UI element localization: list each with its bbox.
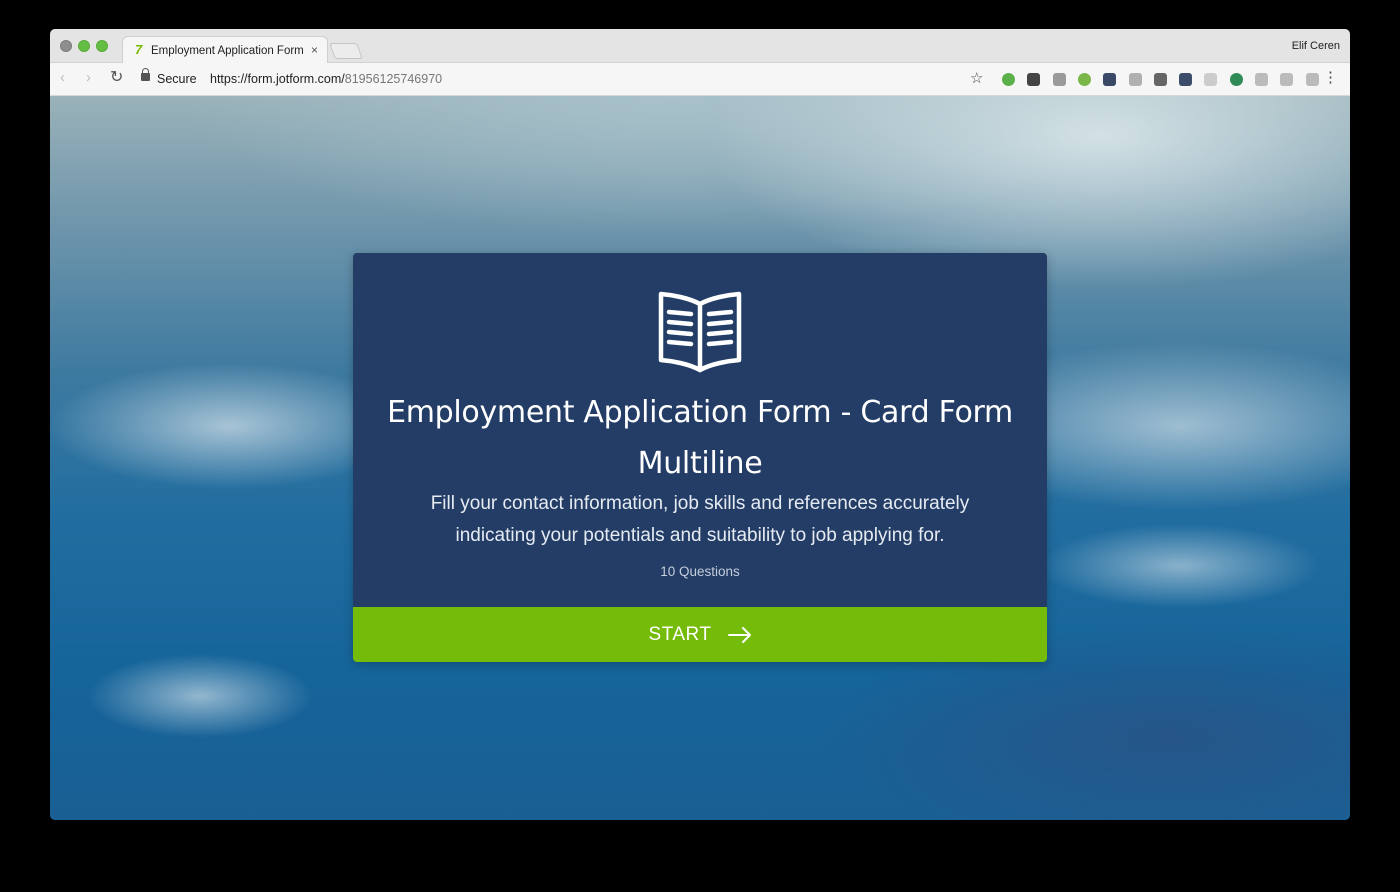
maximize-window-button[interactable] <box>96 40 108 52</box>
ext-grid-icon[interactable] <box>1153 73 1167 86</box>
new-tab-button[interactable] <box>329 43 363 59</box>
ext-screen-icon[interactable] <box>1052 73 1066 86</box>
ext-layout-icon[interactable] <box>1280 73 1294 86</box>
secure-label[interactable]: Secure <box>157 72 197 86</box>
url-path: 81956125746970 <box>344 72 443 86</box>
url-host: https://form.jotform.com/ <box>210 72 345 86</box>
form-title-line-1: Employment Application Form - Card Form <box>387 395 1013 430</box>
minimize-window-button[interactable] <box>78 40 90 52</box>
browser-tab[interactable]: 7 Employment Application Form - Card For… <box>122 36 328 64</box>
ext-bracket-icon[interactable] <box>1128 73 1142 86</box>
ext-green-leaf-icon[interactable] <box>1077 73 1091 86</box>
close-window-button[interactable] <box>60 40 72 52</box>
ext-cursor-icon[interactable] <box>1204 73 1218 86</box>
tab-close-icon[interactable]: × <box>311 43 318 57</box>
browser-menu-icon[interactable]: ⋮ <box>1323 70 1338 86</box>
browser-window: 7 Employment Application Form - Card For… <box>50 29 1350 820</box>
address-bar[interactable]: https://form.jotform.com/81956125746970 <box>210 72 442 86</box>
forward-icon[interactable]: › <box>86 69 91 87</box>
form-title-line-2: Multiline <box>637 446 763 481</box>
start-button[interactable]: START <box>353 607 1047 662</box>
arrow-right-icon <box>727 626 751 643</box>
jotform-favicon-icon: 7 <box>135 42 143 57</box>
browser-toolbar: ‹ › ↻ Secure https://form.jotform.com/81… <box>50 63 1350 96</box>
open-book-icon <box>658 291 742 373</box>
ext-mail-icon[interactable] <box>1103 73 1117 86</box>
back-icon[interactable]: ‹ <box>60 69 65 87</box>
ext-crop-icon[interactable] <box>1305 73 1319 86</box>
ext-green-globe-icon[interactable] <box>1002 73 1015 86</box>
profile-name[interactable]: Elif Ceren <box>1292 40 1340 52</box>
ext-panda-icon[interactable] <box>1027 73 1041 86</box>
page-viewport: Employment Application Form - Card Form … <box>50 96 1350 820</box>
question-count: 10 Questions <box>660 564 740 579</box>
form-description-line-2: indicating your potentials and suitabili… <box>455 525 945 546</box>
ext-pocket-icon[interactable] <box>1179 73 1193 86</box>
ext-columns-icon[interactable] <box>1255 73 1268 86</box>
bookmark-star-icon[interactable]: ☆ <box>970 69 983 87</box>
form-description: Fill your contact information, job skill… <box>403 488 997 552</box>
ext-green-circle-icon[interactable] <box>1229 73 1243 86</box>
form-title: Employment Application Form - Card Form … <box>383 387 1017 489</box>
form-description-line-1: Fill your contact information, job skill… <box>430 493 970 514</box>
title-bar: 7 Employment Application Form - Card For… <box>50 29 1350 64</box>
lock-icon <box>141 68 150 81</box>
reload-icon[interactable]: ↻ <box>110 69 123 87</box>
start-button-label: START <box>648 623 712 645</box>
form-welcome-card: Employment Application Form - Card Form … <box>353 253 1047 662</box>
tab-title: Employment Application Form - Card Form … <box>151 45 303 57</box>
